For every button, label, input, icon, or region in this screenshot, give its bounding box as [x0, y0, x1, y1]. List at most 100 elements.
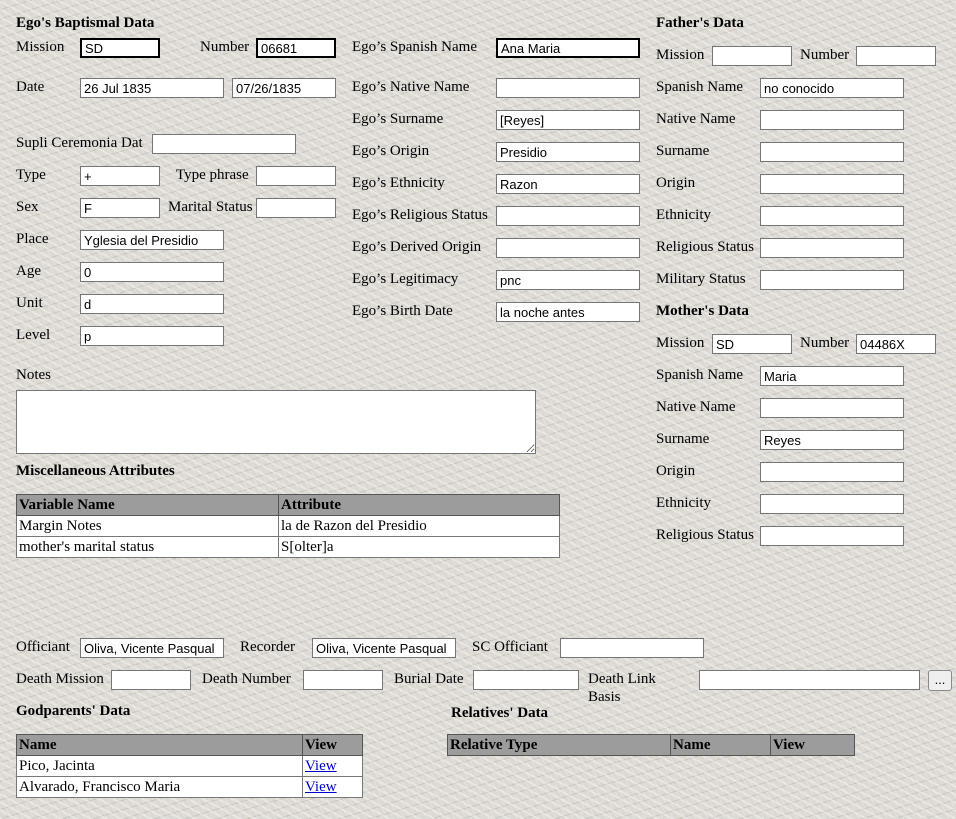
ego-number-label: Number [200, 39, 250, 55]
officiant-input[interactable] [80, 638, 224, 658]
father-heading: Father's Data [656, 15, 744, 31]
father-spanish-name-label: Spanish Name [656, 79, 744, 95]
ego-birth-date-label: Ego’s Birth Date [352, 303, 453, 319]
ego-mission-input[interactable] [80, 38, 160, 58]
table-row: Margin Notes la de Razon del Presidio [16, 515, 560, 537]
father-ethnicity-input[interactable] [760, 206, 904, 226]
mother-religious-status-input[interactable] [760, 526, 904, 546]
death-link-basis-input[interactable] [699, 670, 920, 690]
table-header-row: Variable Name Attribute [16, 494, 560, 516]
ego-native-name-label: Ego’s Native Name [352, 79, 470, 95]
ego-legitimacy-input[interactable] [496, 270, 640, 290]
ego-surname-input[interactable] [496, 110, 640, 130]
place-label: Place [16, 231, 49, 247]
notes-textarea[interactable] [16, 390, 536, 454]
mother-ethnicity-input[interactable] [760, 494, 904, 514]
notes-label: Notes [16, 367, 51, 383]
misc-variable-cell: Margin Notes [16, 515, 279, 537]
table-header-row: Name View [16, 734, 363, 756]
death-mission-label: Death Mission [16, 671, 104, 687]
father-number-label: Number [800, 47, 850, 63]
misc-attributes-table: Variable Name Attribute Margin Notes la … [16, 494, 560, 558]
father-military-status-label: Military Status [656, 271, 746, 287]
ego-ethnicity-label: Ego’s Ethnicity [352, 175, 445, 191]
godparent-name-cell: Alvarado, Francisco Maria [16, 776, 303, 798]
godparent-view-cell: View [302, 776, 363, 798]
relatives-table: Relative Type Name View [447, 734, 855, 756]
mother-spanish-name-input[interactable] [760, 366, 904, 386]
place-input[interactable] [80, 230, 224, 250]
ego-number-input[interactable] [256, 38, 336, 58]
father-religious-status-input[interactable] [760, 238, 904, 258]
death-mission-input[interactable] [111, 670, 191, 690]
level-input[interactable] [80, 326, 224, 346]
mother-native-name-label: Native Name [656, 399, 736, 415]
father-mission-input[interactable] [712, 46, 792, 66]
father-spanish-name-input[interactable] [760, 78, 904, 98]
ego-surname-label: Ego’s Surname [352, 111, 444, 127]
type-phrase-input[interactable] [256, 166, 336, 186]
death-link-label-1: Death Link [588, 671, 656, 687]
mother-native-name-input[interactable] [760, 398, 904, 418]
sex-label: Sex [16, 199, 39, 215]
godparents-table: Name View Pico, Jacinta View Alvarado, F… [16, 734, 363, 798]
ego-derived-origin-input[interactable] [496, 238, 640, 258]
view-link[interactable]: View [305, 758, 337, 774]
death-number-input[interactable] [303, 670, 383, 690]
mother-mission-input[interactable] [712, 334, 792, 354]
ego-date-numeric-input[interactable] [232, 78, 336, 98]
supli-ceremonia-input[interactable] [152, 134, 296, 154]
column-header-name: Name [16, 734, 303, 756]
father-religious-status-label: Religious Status [656, 239, 754, 255]
sc-officiant-input[interactable] [560, 638, 704, 658]
table-header-row: Relative Type Name View [447, 734, 855, 756]
age-input[interactable] [80, 262, 224, 282]
misc-variable-cell: mother's marital status [16, 536, 279, 558]
godparent-name-cell: Pico, Jacinta [16, 755, 303, 777]
age-label: Age [16, 263, 41, 279]
father-ethnicity-label: Ethnicity [656, 207, 711, 223]
misc-attribute-cell: la de Razon del Presidio [278, 515, 560, 537]
ego-origin-input[interactable] [496, 142, 640, 162]
father-surname-label: Surname [656, 143, 710, 159]
supli-ceremonia-label: Supli Ceremonia Dat [16, 135, 143, 151]
column-header-view: View [302, 734, 363, 756]
unit-input[interactable] [80, 294, 224, 314]
ego-religious-status-input[interactable] [496, 206, 640, 226]
father-origin-input[interactable] [760, 174, 904, 194]
ego-date-input[interactable] [80, 78, 224, 98]
mother-number-label: Number [800, 335, 850, 351]
marital-status-input[interactable] [256, 198, 336, 218]
column-header-name: Name [670, 734, 771, 756]
mother-religious-status-label: Religious Status [656, 527, 754, 543]
type-input[interactable] [80, 166, 160, 186]
view-link[interactable]: View [305, 779, 337, 795]
browse-button[interactable]: ... [928, 670, 952, 691]
ego-baptismal-heading: Ego's Baptismal Data [16, 15, 155, 31]
recorder-input[interactable] [312, 638, 456, 658]
father-number-input[interactable] [856, 46, 936, 66]
column-header-view: View [770, 734, 855, 756]
mother-surname-input[interactable] [760, 430, 904, 450]
ego-spanish-name-input[interactable] [496, 38, 640, 58]
ego-origin-label: Ego’s Origin [352, 143, 430, 159]
father-military-status-input[interactable] [760, 270, 904, 290]
ego-native-name-input[interactable] [496, 78, 640, 98]
recorder-label: Recorder [240, 639, 295, 655]
type-phrase-label: Type phrase [176, 167, 249, 183]
mother-heading: Mother's Data [656, 303, 749, 319]
sex-input[interactable] [80, 198, 160, 218]
ego-ethnicity-input[interactable] [496, 174, 640, 194]
father-surname-input[interactable] [760, 142, 904, 162]
column-header-relative-type: Relative Type [447, 734, 671, 756]
ego-legitimacy-label: Ego’s Legitimacy [352, 271, 459, 287]
ego-derived-origin-label: Ego’s Derived Origin [352, 239, 482, 255]
column-header-variable: Variable Name [16, 494, 279, 516]
mother-ethnicity-label: Ethnicity [656, 495, 711, 511]
burial-date-input[interactable] [473, 670, 579, 690]
ego-birth-date-input[interactable] [496, 302, 640, 322]
misc-attributes-heading: Miscellaneous Attributes [16, 463, 175, 479]
father-native-name-input[interactable] [760, 110, 904, 130]
mother-number-input[interactable] [856, 334, 936, 354]
mother-origin-input[interactable] [760, 462, 904, 482]
